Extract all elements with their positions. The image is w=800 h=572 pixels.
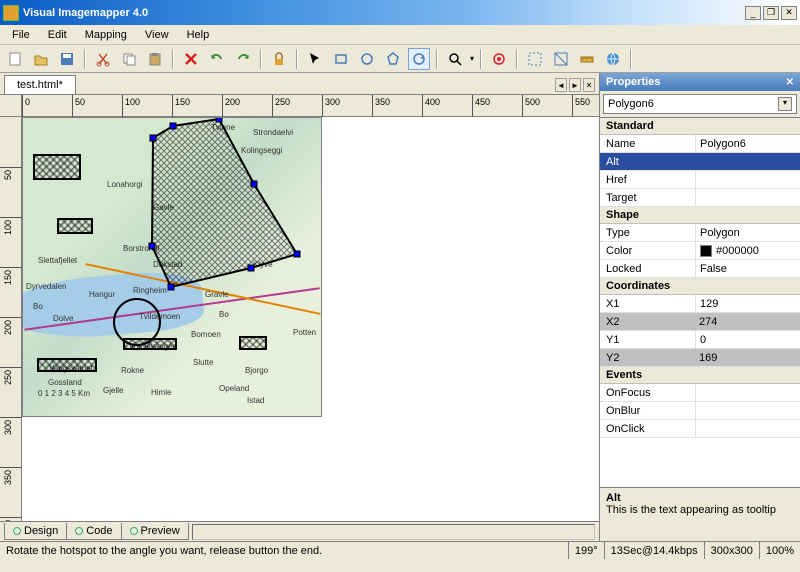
cut-button[interactable] <box>92 48 114 70</box>
prop-section: Shape <box>600 207 800 224</box>
prop-section: Standard <box>600 118 800 135</box>
app-icon <box>3 5 19 21</box>
status-angle: 199° <box>569 542 605 559</box>
ruler-corner <box>0 95 22 117</box>
prop-row[interactable]: Y2169 <box>600 349 800 367</box>
web-button[interactable] <box>602 48 624 70</box>
prop-row[interactable]: X1129 <box>600 295 800 313</box>
copy-button[interactable] <box>118 48 140 70</box>
prop-row[interactable]: Y10 <box>600 331 800 349</box>
object-selector[interactable]: Polygon6 ▾ <box>603 94 797 114</box>
prop-section: Events <box>600 367 800 384</box>
toolbar: ▾ <box>0 45 800 73</box>
rotate-tool[interactable] <box>408 48 430 70</box>
redo-button[interactable] <box>232 48 254 70</box>
hotspot-polygon[interactable] <box>23 118 322 417</box>
status-zoom: 100% <box>760 542 800 559</box>
tab-code[interactable]: Code <box>66 523 121 540</box>
scale-bar: 0 1 2 3 4 5 Km <box>38 389 90 398</box>
prop-row[interactable]: OnBlur <box>600 402 800 420</box>
menu-edit[interactable]: Edit <box>40 27 75 43</box>
close-button[interactable]: ✕ <box>781 6 797 20</box>
select-all-button[interactable] <box>550 48 572 70</box>
maximize-button[interactable]: ❐ <box>763 6 779 20</box>
prop-row[interactable]: LockedFalse <box>600 260 800 278</box>
zoom-dropdown-icon[interactable]: ▾ <box>470 54 474 63</box>
ruler-vertical: 50100150200250300350400 <box>0 117 22 521</box>
delete-button[interactable] <box>180 48 202 70</box>
status-size: 300x300 <box>705 542 760 559</box>
tab-prev[interactable]: ◄ <box>555 78 567 92</box>
properties-title: Properties <box>606 76 660 88</box>
ruler-horizontal: 050100150200250300350400450500550 <box>22 95 599 117</box>
menu-file[interactable]: File <box>4 27 38 43</box>
property-grid[interactable]: StandardNamePolygon6AltHrefTargetShapeTy… <box>600 117 800 487</box>
polygon-tool[interactable] <box>382 48 404 70</box>
tab-next[interactable]: ► <box>569 78 581 92</box>
menu-bar: File Edit Mapping View Help <box>0 25 800 45</box>
dropdown-icon[interactable]: ▾ <box>778 97 792 111</box>
ruler-button[interactable] <box>576 48 598 70</box>
circle-tool[interactable] <box>356 48 378 70</box>
prop-row[interactable]: X2274 <box>600 313 800 331</box>
prop-row[interactable]: Color#000000 <box>600 242 800 260</box>
menu-help[interactable]: Help <box>179 27 218 43</box>
zoom-tool[interactable] <box>444 48 466 70</box>
h-scrollbar[interactable] <box>192 524 595 540</box>
prop-row[interactable]: NamePolygon6 <box>600 135 800 153</box>
map-canvas[interactable]: TvinneStrondaelviKolingseggiLonahorgiGav… <box>22 117 322 417</box>
file-tab[interactable]: test.html* <box>4 75 76 94</box>
open-button[interactable] <box>30 48 52 70</box>
status-connection: 13Sec@14.4kbps <box>605 542 705 559</box>
prop-row[interactable]: Target <box>600 189 800 207</box>
paste-button[interactable] <box>144 48 166 70</box>
status-message: Rotate the hotspot to the angle you want… <box>0 542 569 559</box>
pointer-tool[interactable] <box>304 48 326 70</box>
tab-design[interactable]: Design <box>4 523 67 540</box>
property-description: Alt This is the text appearing as toolti… <box>600 487 800 541</box>
undo-button[interactable] <box>206 48 228 70</box>
menu-mapping[interactable]: Mapping <box>77 27 135 43</box>
prop-row[interactable]: TypePolygon <box>600 224 800 242</box>
tab-close[interactable]: ✕ <box>583 78 595 92</box>
prop-row[interactable]: OnClick <box>600 420 800 438</box>
target-button[interactable] <box>488 48 510 70</box>
save-button[interactable] <box>56 48 78 70</box>
prop-row[interactable]: Href <box>600 171 800 189</box>
prop-row[interactable]: OnFocus <box>600 384 800 402</box>
rect-tool[interactable] <box>330 48 352 70</box>
menu-view[interactable]: View <box>137 27 177 43</box>
prop-section: Coordinates <box>600 278 800 295</box>
lock-button[interactable] <box>268 48 290 70</box>
minimize-button[interactable]: _ <box>745 6 761 20</box>
prop-row[interactable]: Alt <box>600 153 800 171</box>
new-button[interactable] <box>4 48 26 70</box>
app-title: Visual Imagemapper 4.0 <box>23 7 148 19</box>
select-visible-button[interactable] <box>524 48 546 70</box>
properties-pin-icon[interactable]: ✕ <box>786 77 794 88</box>
tab-preview[interactable]: Preview <box>121 523 189 540</box>
